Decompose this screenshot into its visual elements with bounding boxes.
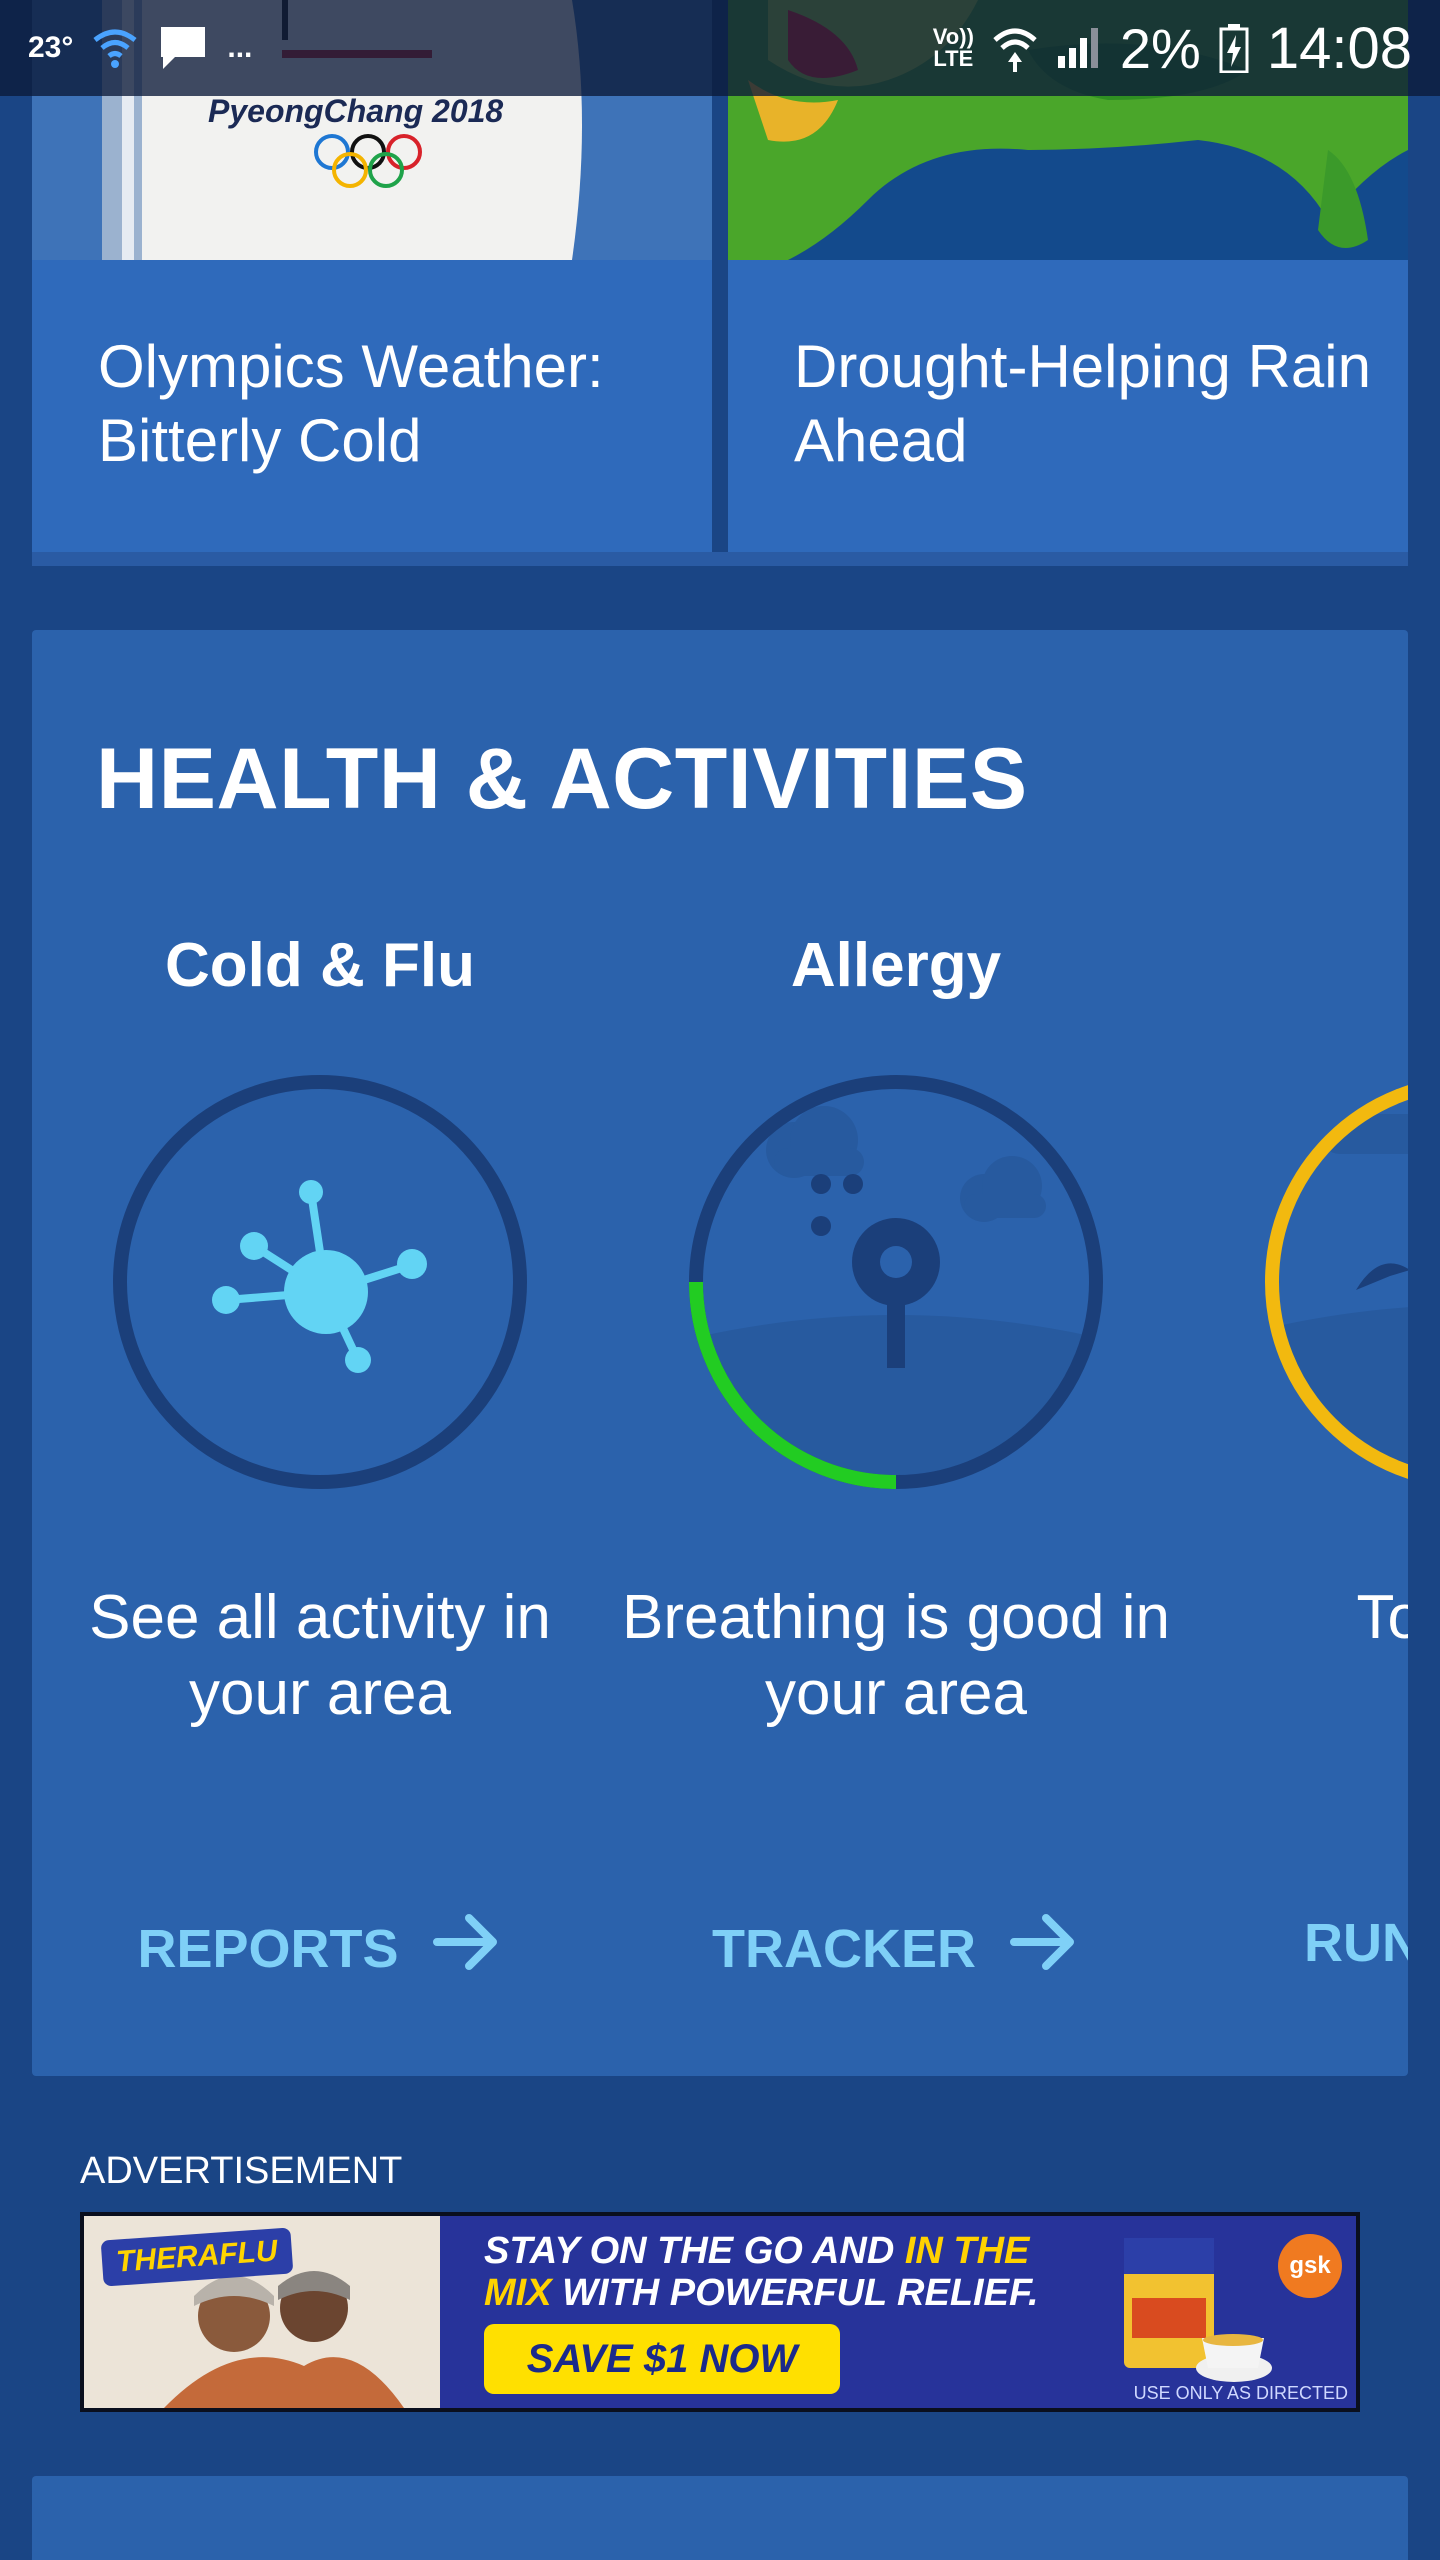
- volte-label: Vo)): [932, 24, 974, 49]
- message-icon: [157, 23, 209, 73]
- volte-indicator: Vo)) LTE: [933, 26, 974, 70]
- health-activities-card: HEALTH & ACTIVITIES Cold & Flu See all a…: [32, 630, 1408, 2076]
- activity-running[interactable]: G To condi RUN T: [1184, 630, 1408, 2076]
- hotspot-icon: [992, 24, 1038, 72]
- ad-headline-highlight: IN THE: [904, 2230, 1030, 2272]
- activity-title: G: [1184, 930, 1408, 1001]
- virus-icon: [108, 1070, 532, 1494]
- run-link[interactable]: RUN T: [1184, 1912, 1408, 1974]
- battery-percent: 2%: [1119, 16, 1201, 80]
- status-temperature: 23°: [28, 31, 74, 64]
- news-title-drought: Drought-Helping Rain Ahead: [794, 333, 1371, 474]
- product-box-image: [1114, 2228, 1274, 2398]
- ad-disclaimer: USE ONLY AS DIRECTED: [1133, 2383, 1348, 2403]
- arrow-right-icon: [432, 1912, 503, 1985]
- reports-link-label: REPORTS: [137, 1918, 399, 1979]
- more-notifications-indicator: ...: [227, 31, 253, 64]
- lte-label: LTE: [933, 46, 974, 71]
- ad-photo: THERAFLU: [84, 2216, 440, 2408]
- wifi-icon: [91, 26, 139, 70]
- ad-headline-part: STAY ON THE GO AND: [484, 2230, 905, 2272]
- activity-description: To condi: [1356, 1583, 1408, 1652]
- activity-title: Cold & Flu: [165, 931, 475, 1000]
- pollen-icon: [684, 1070, 1108, 1494]
- tracker-link-label: TRACKER: [712, 1918, 976, 1979]
- battery-icon: [1219, 23, 1249, 73]
- ad-banner[interactable]: THERAFLU STAY ON THE GO AND IN THE MIX W…: [80, 2212, 1360, 2412]
- activity-title: Allergy: [790, 931, 1002, 1000]
- news-card-shadow: [32, 552, 1408, 566]
- tracker-link[interactable]: TRACKER: [608, 1912, 1184, 1985]
- advertisement-label: ADVERTISEMENT: [80, 2150, 403, 2192]
- gsk-logo: gsk: [1278, 2234, 1342, 2298]
- ad-cta-button[interactable]: SAVE $1 NOW: [484, 2324, 840, 2394]
- status-bar: 23° ... Vo)) LTE 2% 14:08: [0, 0, 1440, 96]
- status-time: 14:08: [1266, 15, 1412, 81]
- run-link-label: RUN T: [1304, 1913, 1408, 1973]
- flag-caption: PyeongChang 2018: [208, 93, 503, 129]
- reports-link[interactable]: REPORTS: [32, 1912, 608, 1985]
- ad-headline-line1: STAY ON THE GO AND IN THE: [484, 2230, 1029, 2273]
- news-title-olympics: Olympics Weather: Bitterly Cold: [98, 333, 604, 474]
- ad-headline-highlight: MIX: [484, 2272, 552, 2314]
- signal-icon: [1056, 26, 1102, 70]
- activity-description: Breathing is good in your area: [621, 1583, 1171, 1728]
- activity-description: See all activity in your area: [89, 1583, 551, 1728]
- arrow-right-icon: [1010, 1912, 1080, 1985]
- next-section-card: [32, 2476, 1408, 2560]
- status-bar-right: Vo)) LTE 2% 14:08: [933, 15, 1412, 82]
- ad-headline-part: WITH POWERFUL RELIEF.: [551, 2272, 1039, 2314]
- ad-headline-line2: MIX WITH POWERFUL RELIEF.: [484, 2272, 1039, 2315]
- activity-cold-flu[interactable]: Cold & Flu See all activity in your area…: [32, 630, 608, 2076]
- status-bar-left: 23° ...: [28, 23, 252, 73]
- activity-allergy[interactable]: Allergy Breathing is good in your area T…: [608, 630, 1184, 2076]
- running-icon: [1260, 1070, 1408, 1494]
